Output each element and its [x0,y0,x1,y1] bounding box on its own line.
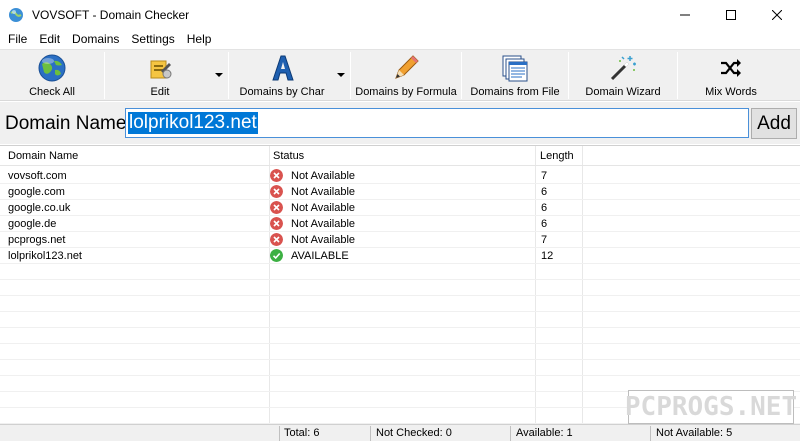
domain-name-label: Domain Name: [5,113,132,134]
menu-edit[interactable]: Edit [33,31,66,47]
table-row[interactable]: vovsoft.com Not Available 7 [0,168,800,184]
domain-name-input[interactable]: lolprikol123.net [125,108,749,138]
globe-icon [38,54,66,82]
error-x-icon [270,233,283,246]
mix-words-button[interactable]: Mix Words [681,50,781,101]
error-x-icon [270,217,283,230]
table-row-empty [0,264,800,280]
check-icon [270,249,283,262]
cell-domain: vovsoft.com [8,170,67,182]
maximize-button[interactable] [708,0,754,30]
column-header-domain[interactable]: Domain Name [8,150,78,162]
cell-domain: lolprikol123.net [8,250,82,262]
cell-status: AVAILABLE [291,250,349,262]
title-bar: VOVSOFT - Domain Checker [0,0,800,30]
status-not-available: Not Available: 5 [656,427,733,439]
cell-status: Not Available [291,170,356,182]
cell-domain: pcprogs.net [8,234,66,246]
menu-settings[interactable]: Settings [125,31,180,47]
toolbar: Check All Edit Domains by Char Domains b… [0,49,800,101]
domain-entry-row: Domain Name: lolprikol123.net Add [0,102,800,144]
menu-domains[interactable]: Domains [66,31,125,47]
maximize-icon [726,10,736,20]
domain-wizard-label: Domain Wizard [585,86,661,98]
cell-length: 6 [541,218,548,230]
check-all-button[interactable]: Check All [2,50,102,101]
status-not-checked: Not Checked: 0 [376,427,452,439]
domains-by-formula-label: Domains by Formula [355,86,457,98]
error-x-icon [270,201,283,214]
close-icon [772,10,782,20]
add-button[interactable]: Add [751,108,797,139]
cell-status: Not Available [291,218,356,230]
cell-length: 7 [541,170,548,182]
edit-button[interactable]: Edit [108,50,212,101]
table-row-empty [0,328,800,344]
domains-by-formula-button[interactable]: Domains by Formula [354,50,458,101]
letter-a-icon [272,55,294,81]
app-globe-icon [9,8,23,22]
menu-bar: File Edit Domains Settings Help [0,30,800,48]
status-bar: Total: 6 Not Checked: 0 Available: 1 Not… [0,424,800,441]
domain-table[interactable]: Domain Name Status Length vovsoft.com Not… [0,145,800,424]
domains-from-file-button[interactable]: Domains from File [465,50,565,101]
table-row[interactable]: google.co.uk Not Available 6 [0,200,800,216]
status-available: Available: 1 [516,427,573,439]
minimize-button[interactable] [662,0,708,30]
cell-status: Not Available [291,186,356,198]
column-header-length[interactable]: Length [540,150,574,162]
domains-by-char-label: Domains by Char [239,86,325,98]
close-button[interactable] [754,0,800,30]
table-row-empty [0,360,800,376]
domain-wizard-button[interactable]: Domain Wizard [572,50,674,101]
menu-help[interactable]: Help [181,31,218,47]
cell-domain: google.co.uk [8,202,71,214]
edit-dropdown-icon[interactable] [215,72,223,78]
error-x-icon [270,169,283,182]
cell-length: 12 [541,250,554,262]
table-row-empty [0,296,800,312]
table-row-empty [0,280,800,296]
domain-name-value: lolprikol123.net [128,112,258,134]
table-row[interactable]: pcprogs.net Not Available 7 [0,232,800,248]
domains-from-file-label: Domains from File [470,86,560,98]
table-row[interactable]: google.com Not Available 6 [0,184,800,200]
table-row-empty [0,312,800,328]
error-x-icon [270,185,283,198]
status-total: Total: 6 [284,427,320,439]
cell-domain: google.de [8,218,57,230]
table-row[interactable]: google.de Not Available 6 [0,216,800,232]
watermark: PCPROGS.NET [624,390,798,424]
edit-label: Edit [150,86,170,98]
cell-length: 7 [541,234,548,246]
pencil-icon [395,55,419,79]
window-title: VOVSOFT - Domain Checker [32,8,190,22]
cell-length: 6 [541,186,548,198]
domains-by-char-dropdown-icon[interactable] [337,72,345,78]
menu-file[interactable]: File [2,31,33,47]
magic-wand-icon [610,56,636,81]
edit-icon [150,60,172,79]
cell-status: Not Available [291,202,356,214]
table-header: Domain Name Status Length [0,146,800,166]
cell-length: 6 [541,202,548,214]
documents-icon [502,55,528,82]
column-header-status[interactable]: Status [273,150,304,162]
minimize-icon [680,14,690,16]
domains-by-char-button[interactable]: Domains by Char [232,50,332,101]
table-row-empty [0,344,800,360]
mix-words-label: Mix Words [705,86,757,98]
cell-domain: google.com [8,186,65,198]
cell-status: Not Available [291,234,356,246]
table-row[interactable]: lolprikol123.net AVAILABLE 12 [0,248,800,264]
check-all-label: Check All [29,86,75,98]
shuffle-icon [721,59,741,77]
